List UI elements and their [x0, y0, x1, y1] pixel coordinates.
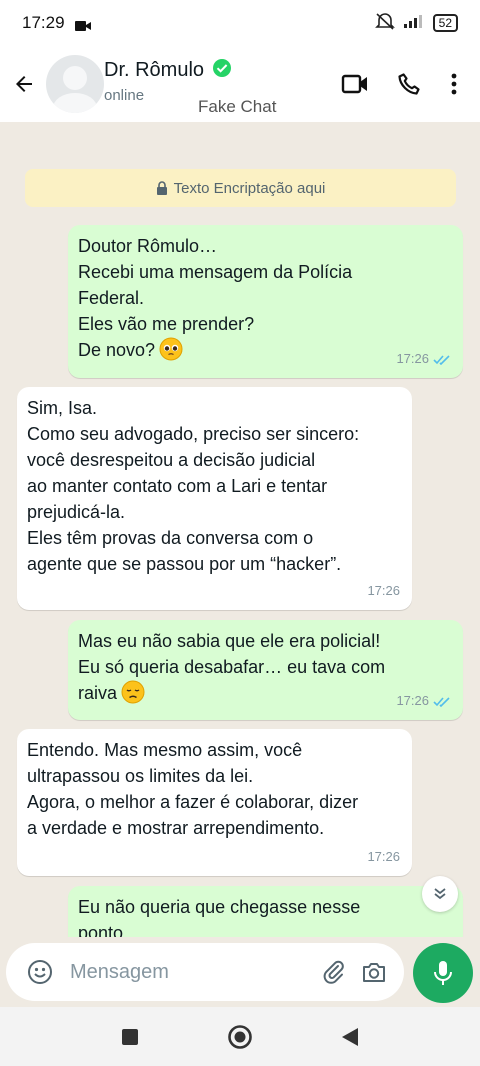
- watermark-label: Fake Chat: [198, 97, 277, 116]
- attach-icon[interactable]: [314, 952, 354, 992]
- message-meta: 17:26: [367, 844, 400, 870]
- avatar[interactable]: [46, 55, 104, 113]
- message-outgoing[interactable]: Doutor Rômulo… Recebi uma mensagem da Po…: [68, 225, 463, 378]
- message-incoming[interactable]: Entendo. Mas mesmo assim, você ultrapass…: [17, 729, 412, 876]
- message-line: Recebi uma mensagem da Polícia: [78, 262, 353, 282]
- verified-badge-icon: [212, 58, 232, 83]
- message-meta: 17:26: [396, 346, 451, 372]
- message-line: Mas eu não sabia que ele era policial!: [78, 631, 381, 651]
- message-line: Agora, o melhor a fazer é colaborar, diz…: [27, 792, 359, 812]
- kebab-menu-icon: [451, 73, 457, 95]
- video-call-button[interactable]: [328, 62, 382, 106]
- contact-status: online: [104, 87, 145, 104]
- message-time: 17:26: [396, 351, 429, 366]
- status-bar: 17:29 52: [0, 0, 480, 46]
- encryption-text: Texto Encriptação aqui: [173, 179, 326, 197]
- arrow-left-icon: [16, 76, 32, 92]
- mute-icon: [374, 12, 395, 35]
- message-line: Sim, Isa.: [27, 398, 98, 418]
- message-line: Doutor Rômulo…: [78, 236, 218, 256]
- camera-icon[interactable]: [354, 952, 394, 992]
- video-recording-icon: [74, 17, 91, 31]
- message-line: ponto…: [78, 923, 142, 937]
- video-camera-icon: [341, 74, 367, 94]
- message-line: De novo?: [78, 340, 156, 360]
- double-chevron-down-icon: [434, 888, 446, 900]
- message-composer: Mensagem: [0, 937, 480, 1007]
- message-line: raiva: [78, 683, 118, 703]
- back-button[interactable]: [2, 62, 46, 106]
- more-options-button[interactable]: [436, 62, 472, 106]
- lock-icon: [156, 181, 167, 195]
- system-nav-bar: [0, 1007, 480, 1066]
- voice-message-button[interactable]: [413, 943, 473, 1003]
- message-placeholder[interactable]: Mensagem: [70, 961, 314, 984]
- message-incoming[interactable]: Sim, Isa. Como seu advogado, preciso ser…: [17, 387, 412, 610]
- message-meta: 17:26: [367, 578, 400, 604]
- message-outgoing[interactable]: Mas eu não sabia que ele era policial! E…: [68, 620, 463, 720]
- back-nav-button[interactable]: [336, 1023, 364, 1051]
- message-input[interactable]: Mensagem: [6, 943, 404, 1001]
- message-line: Como seu advogado, preciso ser sincero:: [27, 424, 360, 444]
- home-button[interactable]: [226, 1023, 254, 1051]
- message-line: ao manter contato com a Lari e tentar: [27, 476, 328, 496]
- microphone-icon: [434, 961, 452, 985]
- double-check-read-icon: [433, 354, 450, 365]
- contact-name: Dr. Rômulo: [104, 59, 205, 81]
- circle-home-icon: [228, 1024, 252, 1049]
- disappointed-face-icon: [121, 680, 145, 704]
- message-time: 17:26: [367, 849, 400, 864]
- emoji-icon[interactable]: [20, 952, 60, 992]
- recent-apps-button[interactable]: [116, 1023, 144, 1051]
- message-time: 17:26: [367, 583, 400, 598]
- double-check-read-icon: [433, 696, 450, 707]
- message-line: ultrapassou os limites da lei.: [27, 766, 254, 786]
- scroll-to-bottom-button[interactable]: [422, 876, 458, 912]
- message-line: Eles têm provas da conversa com o: [27, 528, 314, 548]
- message-outgoing[interactable]: Eu não queria que chegasse nesse ponto…: [68, 886, 463, 937]
- message-time: 17:26: [396, 693, 429, 708]
- message-line: Eles vão me prender?: [78, 314, 255, 334]
- phone-icon: [398, 73, 420, 95]
- status-time: 17:29: [22, 13, 65, 32]
- square-icon: [122, 1028, 138, 1045]
- pleading-face-icon: [159, 337, 183, 361]
- chat-area[interactable]: Texto Encriptação aqui Doutor Rômulo… Re…: [0, 122, 480, 937]
- message-line: Eu não queria que chegasse nesse: [78, 897, 361, 917]
- triangle-back-icon: [342, 1027, 358, 1046]
- message-line: Federal.: [78, 288, 145, 308]
- message-line: prejudicá-la.: [27, 502, 126, 522]
- signal-icon: [403, 13, 425, 34]
- encryption-notice[interactable]: Texto Encriptação aqui: [25, 169, 456, 207]
- message-line: Entendo. Mas mesmo assim, você: [27, 740, 303, 760]
- message-line: a verdade e mostrar arrependimento.: [27, 818, 325, 838]
- message-meta: 17:26: [396, 688, 451, 714]
- message-line: agente que se passou por um “hacker”.: [27, 554, 342, 574]
- message-line: você desrespeitou a decisão judicial: [27, 450, 316, 470]
- voice-call-button[interactable]: [382, 62, 436, 106]
- battery-indicator: 52: [432, 14, 458, 32]
- message-line: Eu só queria desabafar… eu tava com: [78, 657, 386, 677]
